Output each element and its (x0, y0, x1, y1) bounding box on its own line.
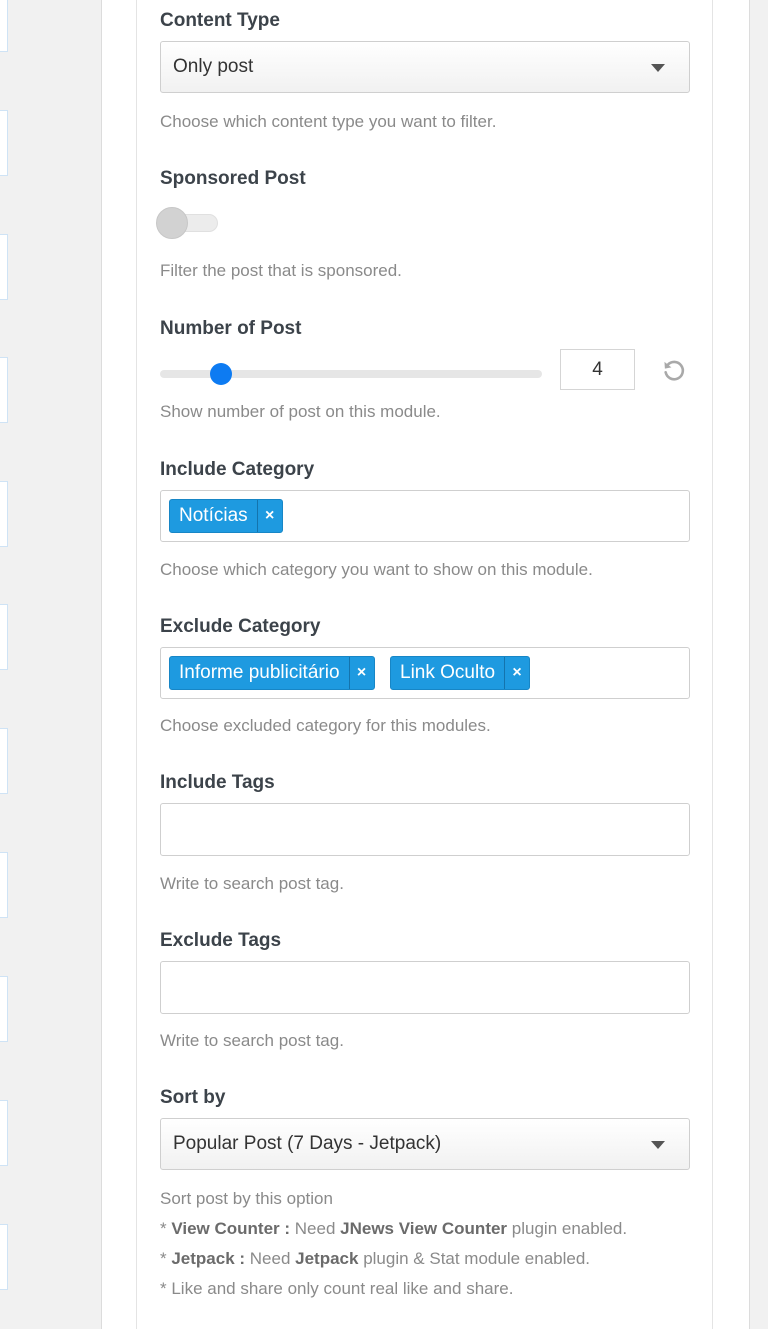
left-sidebar-tab[interactable] (0, 976, 8, 1042)
left-sidebar-tab[interactable] (0, 728, 8, 794)
close-icon[interactable]: × (348, 657, 374, 689)
sponsored-post-description: Filter the post that is sponsored. (160, 261, 402, 280)
category-tag: Informe publicitário × (169, 656, 375, 690)
toggle-knob (156, 207, 188, 239)
exclude-tags-label: Exclude Tags (160, 930, 282, 951)
exclude-category-input[interactable]: Informe publicitário × Link Oculto × (160, 647, 690, 699)
exclude-tags-description: Write to search post tag. (160, 1031, 344, 1050)
category-tag: Notícias × (169, 499, 283, 533)
chevron-down-icon (651, 64, 665, 72)
number-of-post-slider-handle[interactable] (209, 363, 232, 385)
include-tags-label: Include Tags (160, 772, 275, 793)
close-icon[interactable]: × (504, 657, 529, 689)
right-scroll-gutter (750, 0, 768, 1329)
note-prefix: * (160, 1249, 172, 1268)
note-bold: View Counter : (171, 1219, 291, 1238)
left-sidebar-strip (0, 0, 101, 1329)
number-of-post-description: Show number of post on this module. (160, 402, 441, 421)
exclude-category-description: Choose excluded category for this module… (160, 716, 491, 735)
left-sidebar-tab[interactable] (0, 604, 8, 670)
left-sidebar-tab[interactable] (0, 357, 8, 423)
left-sidebar-tab[interactable] (0, 481, 8, 547)
sort-by-note-like-share: * Like and share only count real like an… (160, 1279, 514, 1298)
sort-by-select[interactable]: Popular Post (7 Days - Jetpack) (160, 1118, 690, 1170)
category-tag-label: Notícias (179, 505, 248, 526)
note-bold: JNews View Counter (340, 1219, 508, 1238)
sponsored-post-toggle[interactable] (156, 207, 218, 239)
include-category-description: Choose which category you want to show o… (160, 560, 593, 579)
content-type-value: Only post (173, 56, 254, 77)
note-text: Need (245, 1249, 296, 1268)
sponsored-post-label: Sponsored Post (160, 168, 306, 189)
sort-by-value: Popular Post (7 Days - Jetpack) (173, 1133, 442, 1154)
number-of-post-label: Number of Post (160, 318, 302, 339)
content-type-description: Choose which content type you want to fi… (160, 112, 497, 131)
category-tag-label: Link Oculto (400, 662, 496, 683)
left-sidebar-tab[interactable] (0, 110, 8, 176)
note-prefix: * (160, 1219, 172, 1238)
include-tags-input[interactable] (160, 803, 690, 856)
left-sidebar-tab[interactable] (0, 0, 8, 52)
number-of-post-input[interactable]: 4 (560, 349, 635, 390)
left-sidebar-tab[interactable] (0, 234, 8, 300)
close-icon[interactable]: × (256, 500, 282, 532)
sort-by-note-view-counter: * View Counter : Need JNews View Counter… (160, 1217, 690, 1241)
content-type-label: Content Type (160, 10, 280, 31)
sort-by-label: Sort by (160, 1087, 226, 1108)
content-type-select[interactable]: Only post (160, 41, 690, 93)
sort-by-description: Sort post by this option (160, 1189, 333, 1208)
note-text: Need (290, 1219, 341, 1238)
exclude-tags-input[interactable] (160, 961, 690, 1014)
category-tag: Link Oculto × (390, 656, 531, 690)
note-bold: Jetpack : (171, 1249, 246, 1268)
category-tag-label: Informe publicitário (179, 662, 340, 683)
left-sidebar-tab[interactable] (0, 1100, 8, 1166)
chevron-down-icon (651, 1141, 665, 1149)
note-text: plugin & Stat module enabled. (358, 1249, 591, 1268)
include-category-input[interactable]: Notícias × (160, 490, 690, 542)
sort-by-note-jetpack: * Jetpack : Need Jetpack plugin & Stat m… (160, 1247, 690, 1271)
left-sidebar-tab[interactable] (0, 1224, 8, 1290)
include-category-label: Include Category (160, 459, 315, 480)
left-sidebar-tab[interactable] (0, 852, 8, 918)
note-text: plugin enabled. (507, 1219, 628, 1238)
exclude-category-label: Exclude Category (160, 616, 321, 637)
include-tags-description: Write to search post tag. (160, 874, 344, 893)
reset-icon[interactable] (661, 358, 687, 384)
note-bold: Jetpack (295, 1249, 359, 1268)
